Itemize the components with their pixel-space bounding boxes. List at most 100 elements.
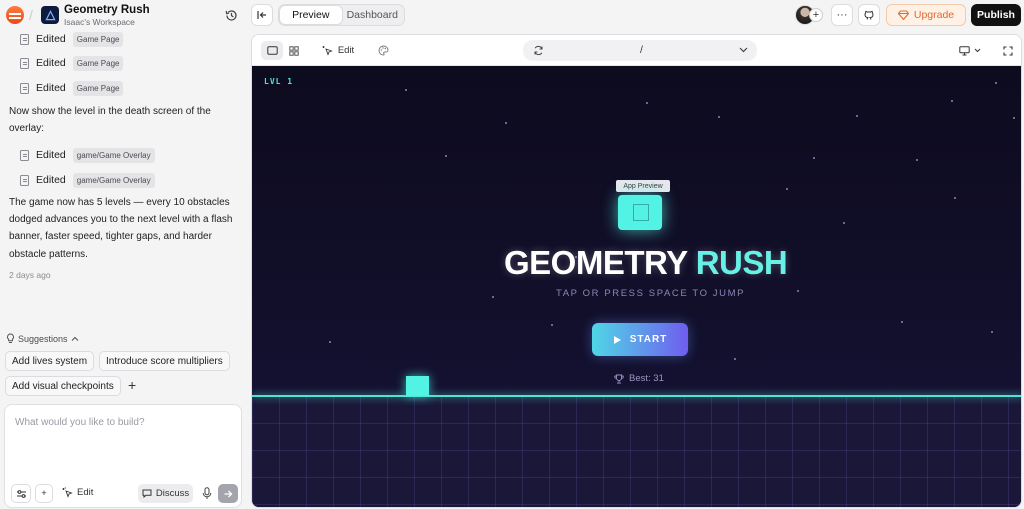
best-score-label: Best: 31: [629, 373, 664, 384]
edit-entry[interactable]: Edited Game Page: [20, 55, 124, 71]
more-options-button[interactable]: ···: [831, 4, 853, 26]
composer-edit-label: Edit: [77, 487, 94, 498]
start-button[interactable]: START: [592, 323, 688, 356]
edit-verb: Edited: [36, 149, 66, 161]
prompt-input[interactable]: [15, 417, 225, 428]
grid-view-button[interactable]: [284, 41, 304, 60]
star: [445, 155, 447, 157]
app-preview-tooltip: App Preview: [616, 180, 670, 192]
monitor-icon: [959, 45, 970, 55]
file-icon: [20, 33, 29, 45]
attach-button[interactable]: +: [35, 484, 53, 503]
url-bar[interactable]: /: [523, 40, 757, 61]
edit-verb: Edited: [36, 33, 66, 45]
star: [505, 122, 507, 124]
chevron-down-icon[interactable]: [739, 47, 748, 53]
star: [991, 331, 993, 333]
game-logo-cube: [618, 195, 662, 230]
file-icon: [20, 149, 29, 161]
star: [492, 296, 494, 298]
invite-plus-icon[interactable]: +: [809, 8, 823, 22]
window-icon: [266, 46, 278, 55]
star: [1013, 117, 1015, 119]
settings-button[interactable]: [11, 484, 31, 503]
best-score: Best: 31: [614, 373, 664, 384]
upgrade-button[interactable]: Upgrade: [886, 4, 966, 26]
play-icon: [613, 335, 621, 344]
collapse-sidebar-button[interactable]: [251, 4, 273, 26]
single-view-button[interactable]: [261, 41, 283, 60]
project-name[interactable]: Geometry Rush: [64, 4, 150, 16]
add-suggestion-button[interactable]: +: [128, 377, 136, 393]
visual-edit-label: Edit: [337, 45, 355, 56]
composer-edit-button[interactable]: Edit: [62, 487, 93, 498]
theme-button[interactable]: [373, 41, 393, 60]
edit-entry[interactable]: Edited game/Game Overlay: [20, 147, 155, 163]
star: [951, 100, 953, 102]
star: [718, 116, 720, 118]
url-path[interactable]: /: [640, 44, 643, 56]
microphone-icon[interactable]: [202, 487, 212, 500]
suggestion-chip[interactable]: Add visual checkpoints: [5, 376, 121, 396]
star: [901, 321, 903, 323]
github-icon: [864, 10, 874, 20]
github-button[interactable]: [858, 4, 880, 26]
sliders-icon: [16, 489, 26, 498]
prompt-composer: + Edit Discuss: [4, 404, 242, 508]
file-icon: [20, 57, 29, 69]
star: [843, 222, 845, 224]
edit-entry[interactable]: Edited Game Page: [20, 31, 124, 47]
suggestion-chip[interactable]: Introduce score multipliers: [99, 351, 230, 371]
star: [797, 290, 799, 292]
app-logo-icon[interactable]: [6, 6, 24, 24]
tab-preview[interactable]: Preview: [280, 6, 342, 24]
game-subtitle: TAP OR PRESS SPACE TO JUMP: [556, 288, 746, 299]
edit-verb: Edited: [36, 174, 66, 186]
suggestions-toggle[interactable]: Suggestions: [6, 333, 79, 344]
game-canvas[interactable]: LVL 1 App Preview GEOMETRY RUSH TAP OR P…: [252, 66, 1021, 507]
edit-entry[interactable]: Edited game/Game Overlay: [20, 172, 155, 188]
suggestions-heading: Suggestions: [18, 333, 68, 344]
ground-line: [252, 395, 1021, 397]
trophy-icon: [614, 374, 624, 383]
discuss-button[interactable]: Discuss: [138, 484, 193, 503]
file-icon: [20, 174, 29, 186]
level-indicator: LVL 1: [264, 77, 294, 86]
star: [916, 159, 918, 161]
chevron-up-icon: [71, 336, 78, 341]
game-floor-grid: [252, 396, 1021, 507]
device-select-button[interactable]: [955, 41, 985, 60]
star: [786, 188, 788, 190]
view-tabs: Preview Dashboard: [278, 4, 405, 26]
file-tag: game/Game Overlay: [72, 172, 155, 188]
upgrade-label: Upgrade: [913, 9, 955, 21]
project-icon[interactable]: [41, 6, 59, 24]
star: [856, 115, 858, 117]
send-button[interactable]: [218, 484, 238, 503]
discuss-label: Discuss: [155, 488, 190, 499]
suggestion-chip[interactable]: Add lives system: [5, 351, 95, 371]
edit-verb: Edited: [36, 82, 66, 94]
refresh-icon[interactable]: [533, 45, 544, 56]
history-icon[interactable]: [224, 8, 239, 23]
game-title-accent: RUSH: [695, 244, 788, 281]
star: [813, 157, 815, 159]
preview-toolbar: Edit /: [252, 35, 1021, 66]
star: [405, 89, 407, 91]
plus-icon: +: [41, 488, 47, 499]
edit-entry[interactable]: Edited Game Page: [20, 80, 124, 96]
expand-icon: [1003, 45, 1013, 56]
lightbulb-icon: [7, 333, 14, 343]
file-icon: [20, 82, 29, 94]
workspace-name[interactable]: Isaac's Workspace: [64, 17, 135, 27]
visual-edit-button[interactable]: Edit: [320, 41, 356, 60]
publish-button[interactable]: Publish: [971, 4, 1021, 26]
grid-icon: [289, 45, 299, 56]
breadcrumb-separator: /: [29, 7, 33, 23]
arrow-right-icon: [224, 490, 233, 497]
file-tag: game/Game Overlay: [72, 147, 155, 163]
tab-dashboard[interactable]: Dashboard: [342, 6, 404, 24]
game-title: GEOMETRY RUSH: [504, 244, 788, 282]
triangle-icon: [44, 9, 56, 20]
fullscreen-button[interactable]: [1000, 41, 1016, 60]
